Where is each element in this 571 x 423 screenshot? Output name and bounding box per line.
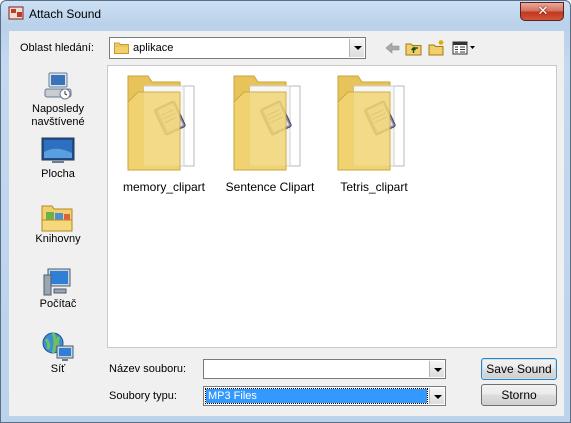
file-list-view[interactable]: memory_clipart Sentence Clipart Tetris_c… — [107, 65, 557, 348]
place-label: Plocha — [41, 168, 75, 180]
file-type-value: MP3 Files — [205, 388, 428, 404]
chevron-down-icon[interactable] — [429, 361, 444, 377]
up-folder-icon[interactable] — [404, 39, 424, 57]
folder-icon — [334, 72, 414, 172]
cancel-button[interactable]: Storno — [481, 384, 557, 406]
back-arrow-icon[interactable] — [383, 39, 403, 57]
title-bar[interactable]: Attach Sound ✕ — [1, 1, 570, 25]
close-button[interactable]: ✕ — [520, 2, 564, 21]
folder-icon — [124, 72, 204, 172]
recent-places-icon — [40, 71, 76, 103]
window-title: Attach Sound — [29, 7, 102, 21]
folder-name: Sentence Clipart — [225, 180, 315, 194]
file-type-label: Soubory typu: — [109, 390, 177, 402]
desktop-icon — [40, 137, 76, 169]
folder-icon — [114, 41, 129, 54]
view-menu-icon[interactable] — [451, 39, 477, 57]
places-bar: Naposledy navštívené Plocha Knihovny Poč… — [14, 65, 102, 385]
file-name-label: Název souboru: — [109, 363, 187, 375]
place-label: Knihovny — [35, 233, 81, 245]
folder-item[interactable]: memory_clipart — [109, 72, 219, 194]
file-name-input[interactable] — [206, 362, 427, 376]
file-name-field[interactable] — [203, 359, 446, 379]
folder-name: memory_clipart — [122, 180, 206, 194]
folder-item[interactable]: Tetris_clipart — [319, 72, 429, 194]
new-folder-icon[interactable] — [427, 39, 447, 57]
chevron-down-icon[interactable] — [429, 388, 444, 404]
computer-icon — [40, 267, 76, 299]
save-sound-button[interactable]: Save Sound — [481, 358, 557, 380]
file-type-dropdown[interactable]: MP3 Files — [203, 386, 446, 406]
place-label: Naposledy — [32, 103, 84, 115]
look-in-dropdown[interactable]: aplikace — [109, 37, 366, 59]
look-in-label: Oblast hledání: — [20, 42, 94, 54]
close-icon: ✕ — [537, 4, 549, 19]
folder-name: Tetris_clipart — [340, 180, 408, 194]
place-label: navštívené — [31, 116, 85, 128]
place-label: Síť — [50, 363, 66, 375]
folder-item[interactable]: Sentence Clipart — [215, 72, 325, 194]
app-icon — [8, 6, 24, 20]
place-label: Počítač — [39, 298, 77, 310]
folder-icon — [230, 72, 310, 172]
look-in-value: aplikace — [133, 42, 174, 54]
network-icon — [40, 332, 76, 364]
libraries-icon — [40, 202, 76, 234]
chevron-down-icon[interactable] — [349, 39, 364, 57]
